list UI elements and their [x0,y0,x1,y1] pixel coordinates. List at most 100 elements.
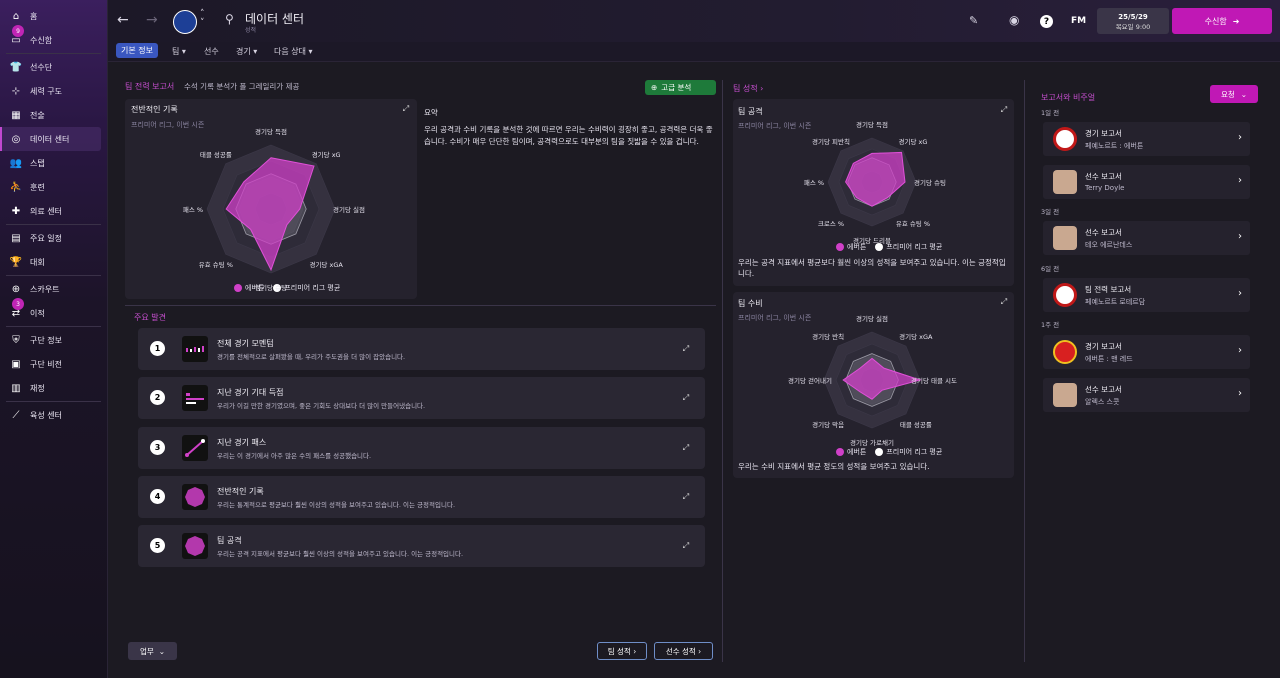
search-icon[interactable]: ⚲ [225,12,234,26]
sidebar-item-label: 주요 일정 [30,233,62,243]
radar-axis-label: 경기당 막음 [812,420,845,429]
finding-number: 2 [150,390,165,405]
report-title: 선수 보고서 [1085,172,1122,181]
chevron-right-icon: › [1238,132,1242,143]
sidebar-item-label: 선수단 [30,62,53,72]
finding-row[interactable]: 5 팀 공격 우리는 공격 지표에서 평균보다 훨씬 이상의 성적을 보여주고 … [138,525,705,567]
chevron-down-icon: ⌄ [158,646,166,656]
feyenoord-badge-icon [1053,127,1077,151]
team-stats-heading[interactable]: 팀 성적 › [733,83,763,94]
tab-team[interactable]: 팀 ▾ [172,46,186,57]
time-group-label: 1일 전 [1041,109,1060,117]
sidebar-item-medical[interactable]: ✚ 의료 센터 [0,199,107,223]
advanced-analysis-button[interactable]: ⊕ 고급 분석 [645,80,716,95]
radar-axis-label: 유효 슈팅 % [198,261,233,270]
reports-heading: 보고서와 비주얼 [1041,93,1096,102]
report-item[interactable]: 팀 전력 보고서 페예노르트 로테르담 › [1043,278,1250,312]
report-item[interactable]: 선수 보고서 알렉스 스콧 › [1043,378,1250,412]
attack-note: 우리는 공격 지표에서 평균보다 훨씬 이상의 성적을 보여주고 있습니다. 이… [738,258,1006,278]
sidebar-item-club-info[interactable]: ⛨ 구단 정보 [0,328,107,352]
sidebar-item-label: 스카우트 [30,284,60,294]
help-icon[interactable]: ? [1040,15,1053,28]
fm-menu-button[interactable]: FM [1071,16,1086,26]
sidebar-item-training[interactable]: ⛹ 훈련 [0,175,107,199]
sidebar-item-squad[interactable]: 👕 선수단 [0,55,107,79]
sidebar-item-data-hub[interactable]: ◎ 데이터 센터 [0,127,101,151]
tab-matches[interactable]: 경기 ▾ [236,46,257,57]
defense-note: 우리는 수비 지표에서 평균 정도의 성적을 보여주고 있습니다. [738,462,930,471]
team-stats-button[interactable]: 팀 성적 › [597,642,647,660]
request-button[interactable]: 요청 ⌄ [1210,85,1258,103]
pencil-icon[interactable]: ✎ [969,14,978,27]
finding-row[interactable]: 4 전반적인 기록 우리는 통계적으로 평균보다 훨씬 이상의 성적을 보여주고… [138,476,705,518]
sidebar-item-club-vision[interactable]: ▣ 구단 비전 [0,352,107,376]
back-arrow-icon[interactable]: ← [117,12,129,28]
radar-axis-label: 경기당 xG [898,137,928,146]
continue-button[interactable]: 수신함 ➜ [1172,8,1272,34]
chevron-right-icon: › [1238,288,1242,299]
current-date: 25/5/29 [1118,13,1148,21]
sidebar-item-finances[interactable]: ▥ 재정 [0,376,107,400]
work-dropdown[interactable]: 업무 ⌄ [128,642,177,660]
page-subtitle: 성적 [245,27,257,34]
finding-number: 5 [150,538,165,553]
report-subtitle: 에버튼 : 맨 레드 [1085,355,1133,363]
sidebar-item-dynamics[interactable]: ⊹ 세력 구도 [0,79,107,103]
team-report-heading[interactable]: 팀 전력 보고서 [125,81,174,92]
tactics-icon: ▦ [11,109,21,121]
sidebar-divider [6,275,101,276]
scouting-icon: ⊕ [11,283,21,295]
sidebar-item-staff[interactable]: 👥 스탭 [0,151,107,175]
sidebar-divider [6,53,101,54]
inbox-count-badge: 9 [12,25,24,37]
world-icon[interactable]: ◉ [1009,13,1019,27]
chevron-right-icon: › [1238,345,1242,356]
sidebar-item-transfers[interactable]: ⇄ 3 이적 [0,298,107,325]
date-display[interactable]: 25/5/29 목요일 9:00 [1097,8,1169,34]
sidebar-item-label: 의료 센터 [30,206,62,216]
sidebar-item-schedule[interactable]: ▤ 주요 일정 [0,226,107,250]
forward-arrow-icon[interactable]: → [146,12,158,28]
sidebar-item-competitions[interactable]: 🏆 대회 [0,250,107,274]
finding-row[interactable]: 2 지난 경기 기대 득점 우리가 이길 만한 경기였으며, 좋은 기회도 상대… [138,377,705,419]
finding-desc: 우리는 공격 지표에서 평균보다 훨씬 이상의 성적을 보여주고 있습니다. 이… [217,550,464,558]
xg-chart-icon [182,385,208,411]
tab-label: 경기 [236,47,251,56]
player-stats-label: 선수 성적 [665,646,696,656]
sidebar-item-tactics[interactable]: ▦ 전술 [0,103,107,127]
report-title: 선수 보고서 [1085,228,1122,237]
sidebar-item-label: 수신함 [30,35,53,45]
finding-title: 지난 경기 패스 [217,438,267,447]
development-icon: ⟋ [12,409,20,421]
report-item[interactable]: 선수 보고서 Terry Doyle › [1043,165,1250,199]
report-item[interactable]: 경기 보고서 페예노르트 : 에버튼 › [1043,122,1250,156]
player-face-icon [1053,226,1077,250]
expand-icon[interactable]: ⤢ [681,443,691,453]
expand-icon[interactable]: ⤢ [681,541,691,551]
tab-players[interactable]: 선수 [204,46,219,57]
expand-icon[interactable]: ⤢ [681,393,691,403]
finding-row[interactable]: 1 전체 경기 모멘텀 경기를 전체적으로 살펴봤을 때, 우리가 주도권을 더… [138,328,705,370]
club-switch-chevrons-icon[interactable]: ˄ ˅ [200,10,205,28]
shirt-icon: 👕 [9,61,23,73]
tab-overview[interactable]: 기본 정보 [116,43,158,58]
data-hub-icon: ◎ [11,133,21,145]
report-item[interactable]: 경기 보고서 에버튼 : 맨 레드 › [1043,335,1250,369]
expand-icon[interactable]: ⤢ [681,492,691,502]
expand-icon[interactable]: ⤢ [681,344,691,354]
staff-icon: 👥 [9,157,23,169]
tab-next-opponent[interactable]: 다음 상대 ▾ [274,46,313,57]
request-label: 요청 [1220,89,1235,99]
legend-team-label: 에버튼 [847,448,867,456]
finance-icon: ▥ [11,382,21,394]
report-subtitle: Terry Doyle [1085,184,1125,192]
sidebar-item-inbox[interactable]: ▭ 9 수신함 [0,25,107,52]
sidebar-item-development[interactable]: ⟋ 육성 센터 [0,403,107,427]
finding-row[interactable]: 3 지난 경기 패스 우리는 이 경기에서 아주 많은 수의 패스를 성공했습니… [138,427,705,469]
radar-axis-label: 경기당 가로채기 [850,439,894,447]
club-crest-icon[interactable] [173,10,197,34]
report-item[interactable]: 선수 보고서 테오 에르난데스 › [1043,221,1250,255]
finding-number: 4 [150,489,165,504]
player-stats-button[interactable]: 선수 성적 › [654,642,713,660]
shield-icon: ⛨ [12,334,20,346]
